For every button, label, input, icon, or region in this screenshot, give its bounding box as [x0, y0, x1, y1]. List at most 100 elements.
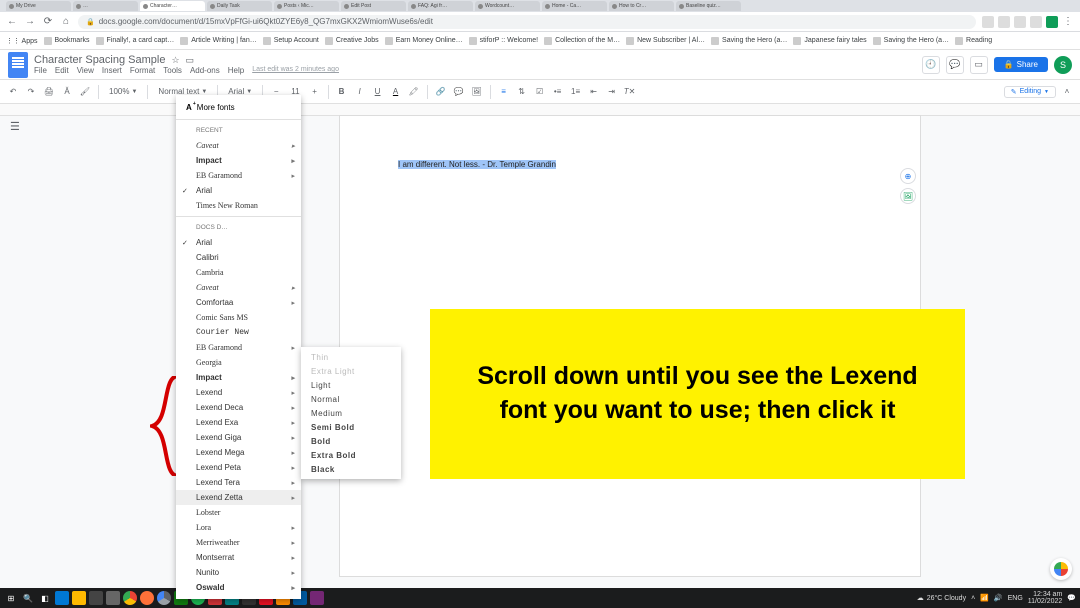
- font-item[interactable]: Comic Sans MS: [176, 310, 301, 325]
- font-item[interactable]: Caveat▸: [176, 138, 301, 153]
- home-icon[interactable]: ⌂: [60, 16, 72, 28]
- font-item[interactable]: Lora▸: [176, 520, 301, 535]
- bookmark-item[interactable]: stiforP :: Welcome!: [469, 37, 538, 45]
- browser-tab[interactable]: My Drive: [6, 1, 71, 11]
- font-item[interactable]: Montserrat▸: [176, 550, 301, 565]
- browser-tab[interactable]: Edit Post: [341, 1, 406, 11]
- add-comment-icon[interactable]: 💬: [452, 85, 466, 99]
- bookmark-item[interactable]: Setup Account: [263, 37, 319, 45]
- browser-tab[interactable]: Posts ‹ Mic…: [274, 1, 339, 11]
- highlight-color-icon[interactable]: 🖍: [407, 85, 421, 99]
- back-icon[interactable]: ←: [6, 16, 18, 28]
- explore-button[interactable]: [1050, 558, 1072, 580]
- bookmark-item[interactable]: Saving the Hero (a…: [711, 37, 787, 45]
- font-weight-item[interactable]: Extra Light: [301, 364, 401, 378]
- checklist-icon[interactable]: ☑: [533, 85, 547, 99]
- app-icon[interactable]: [310, 591, 324, 605]
- bold-icon[interactable]: B: [335, 85, 349, 99]
- font-item[interactable]: Lexend Tera▸: [176, 475, 301, 490]
- browser-tab[interactable]: Baseline quiz…: [676, 1, 741, 11]
- font-weight-item[interactable]: Black: [301, 462, 401, 476]
- font-item[interactable]: Lexend Zetta▸: [176, 490, 301, 505]
- bookmark-item[interactable]: Creative Jobs: [325, 37, 379, 45]
- bookmark-item[interactable]: Bookmarks: [44, 37, 90, 45]
- zoom-dropdown[interactable]: 100%▼: [105, 87, 141, 96]
- italic-icon[interactable]: I: [353, 85, 367, 99]
- font-weight-item[interactable]: Normal: [301, 392, 401, 406]
- undo-icon[interactable]: ↶: [6, 85, 20, 99]
- extension-icon[interactable]: [1030, 16, 1042, 28]
- font-weight-item[interactable]: Extra Bold: [301, 448, 401, 462]
- present-icon[interactable]: ▭: [970, 56, 988, 74]
- font-item[interactable]: Arial: [176, 235, 301, 250]
- app-icon[interactable]: [106, 591, 120, 605]
- font-item[interactable]: Lobster: [176, 505, 301, 520]
- font-weight-item[interactable]: Thin: [301, 350, 401, 364]
- document-text[interactable]: I am different. Not less. - Dr. Temple G…: [398, 160, 556, 169]
- start-icon[interactable]: ⊞: [4, 591, 18, 605]
- font-item[interactable]: EB Garamond▸: [176, 168, 301, 183]
- text-color-icon[interactable]: A: [389, 85, 403, 99]
- browser-tab[interactable]: …: [73, 1, 138, 11]
- avatar[interactable]: S: [1054, 56, 1072, 74]
- editing-mode-dropdown[interactable]: ✎ Editing ▼: [1004, 86, 1056, 98]
- bookmark-item[interactable]: New Subscriber | Al…: [626, 37, 705, 45]
- font-item[interactable]: Merriweather▸: [176, 535, 301, 550]
- kebab-icon[interactable]: ⋮: [1062, 16, 1074, 28]
- font-item[interactable]: Arial: [176, 183, 301, 198]
- smart-chip-icon[interactable]: ⊕: [900, 168, 916, 184]
- apps-icon[interactable]: ⋮⋮ Apps: [6, 37, 38, 45]
- star-icon[interactable]: ☆: [171, 55, 179, 66]
- doc-title[interactable]: Character Spacing Sample: [34, 54, 165, 66]
- folder-move-icon[interactable]: ▭: [186, 55, 195, 66]
- menu-add-ons[interactable]: Add-ons: [190, 66, 220, 75]
- font-item[interactable]: Lexend Giga▸: [176, 430, 301, 445]
- bookmark-item[interactable]: Collection of the M…: [544, 37, 620, 45]
- spellcheck-icon[interactable]: Ă: [60, 85, 74, 99]
- font-item[interactable]: Nunito▸: [176, 565, 301, 580]
- browser-tab[interactable]: How to Cr…: [609, 1, 674, 11]
- wifi-icon[interactable]: 📶: [980, 594, 989, 602]
- menu-file[interactable]: File: [34, 66, 47, 75]
- browser-tab[interactable]: Character…: [140, 1, 205, 11]
- search-icon[interactable]: 🔍: [21, 591, 35, 605]
- insert-link-icon[interactable]: 🔗: [434, 85, 448, 99]
- clock-date[interactable]: 11/02/2022: [1028, 598, 1063, 605]
- menu-edit[interactable]: Edit: [55, 66, 69, 75]
- increase-indent-icon[interactable]: ⇥: [605, 85, 619, 99]
- ruler[interactable]: [0, 104, 1080, 116]
- browser-tab[interactable]: Daily Task: [207, 1, 272, 11]
- increase-font-icon[interactable]: +: [308, 85, 322, 99]
- menu-view[interactable]: View: [77, 66, 94, 75]
- firefox-icon[interactable]: [140, 591, 154, 605]
- url-bar[interactable]: 🔒 docs.google.com/document/d/15mxVpFfGi-…: [78, 15, 976, 29]
- browser-tab[interactable]: Wordcount…: [475, 1, 540, 11]
- font-family-menu[interactable]: A+ More fonts RECENT Caveat▸Impact▸EB Ga…: [176, 95, 301, 599]
- app-icon[interactable]: [72, 591, 86, 605]
- bookmark-item[interactable]: Reading: [955, 37, 992, 45]
- font-item[interactable]: Courier New: [176, 325, 301, 340]
- forward-icon[interactable]: →: [24, 16, 36, 28]
- extension-icon[interactable]: [1046, 16, 1058, 28]
- bulleted-list-icon[interactable]: •≡: [551, 85, 565, 99]
- collapse-toolbar-icon[interactable]: ˄: [1060, 85, 1074, 99]
- font-item[interactable]: Lexend▸: [176, 385, 301, 400]
- menu-help[interactable]: Help: [228, 66, 244, 75]
- font-item[interactable]: Caveat▸: [176, 280, 301, 295]
- menu-insert[interactable]: Insert: [102, 66, 122, 75]
- bookmark-item[interactable]: Finally!, a card capt…: [96, 37, 175, 45]
- reload-icon[interactable]: ⟳: [42, 16, 54, 28]
- font-item[interactable]: Lexend Exa▸: [176, 415, 301, 430]
- menu-format[interactable]: Format: [130, 66, 155, 75]
- font-item[interactable]: Oswald▸: [176, 580, 301, 595]
- app-icon[interactable]: [89, 591, 103, 605]
- font-weight-item[interactable]: Bold: [301, 434, 401, 448]
- task-view-icon[interactable]: ◧: [38, 591, 52, 605]
- line-spacing-icon[interactable]: ⇅: [515, 85, 529, 99]
- font-item[interactable]: EB Garamond▸: [176, 340, 301, 355]
- app-icon[interactable]: [55, 591, 69, 605]
- font-item[interactable]: Comfortaa▸: [176, 295, 301, 310]
- last-edit-text[interactable]: Last edit was 2 minutes ago: [252, 66, 339, 75]
- bookmark-item[interactable]: Earn Money Online…: [385, 37, 463, 45]
- decrease-indent-icon[interactable]: ⇤: [587, 85, 601, 99]
